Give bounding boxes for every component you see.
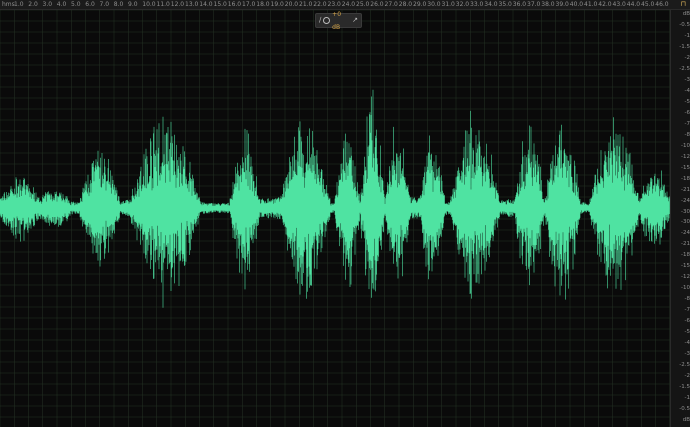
ruler-tick-label: 29.0 xyxy=(413,1,427,8)
ruler-tick-label: 31.0 xyxy=(441,1,455,8)
scale-label: -6 xyxy=(684,318,690,325)
ruler-tick-label: 17.0 xyxy=(242,1,256,8)
ruler-tick-label: 22.0 xyxy=(313,1,327,8)
playhead-icon[interactable]: ⊓ xyxy=(681,0,686,9)
ruler-tick-label: 37.0 xyxy=(527,1,541,8)
ruler-tick-label: 19.0 xyxy=(270,1,284,8)
heads-up-display[interactable]: ∕ +0 dB ↗ xyxy=(315,11,362,31)
ruler-tick-label: 6.0 xyxy=(85,1,95,8)
ruler-tick-label: 7.0 xyxy=(99,1,110,8)
ruler-tick-label: 9.0 xyxy=(128,1,138,8)
gain-value: +0 dB xyxy=(332,10,342,31)
wand-icon[interactable]: ↗ xyxy=(352,14,358,27)
scale-label: -8 xyxy=(684,131,690,138)
ruler-tick-label: 10.0 xyxy=(142,1,156,8)
waveform-display[interactable] xyxy=(0,10,670,427)
scale-label: -21 xyxy=(681,241,690,248)
ruler-tick-label: 20.0 xyxy=(284,1,299,8)
ruler-tick-label: 32.0 xyxy=(455,1,470,8)
scale-label: -15 xyxy=(681,263,690,270)
scale-label: -1 xyxy=(684,395,690,402)
ruler-corner: ⊓ xyxy=(670,0,690,10)
amplitude-scale[interactable]: dB -0.5 -1 -1.5 -2 -2.5 -3 -4 -5 -6 -7 -8 -10 -12 -15 -… xyxy=(670,10,690,427)
scale-label: -12 xyxy=(681,274,690,281)
ruler-tick-label: 12.0 xyxy=(170,1,185,8)
gain-knob[interactable] xyxy=(323,17,331,24)
scale-label: -2.5 xyxy=(679,65,690,72)
ruler-tick-label: 25.0 xyxy=(356,1,370,8)
ruler-tick-label: 30.0 xyxy=(427,1,441,8)
ruler-tick-label: 8.0 xyxy=(113,1,124,8)
ruler-tick-label: 43.0 xyxy=(612,1,626,8)
scale-label: -24 xyxy=(681,197,690,204)
ruler-tick-label: 2.0 xyxy=(28,1,38,8)
scale-label: -4 xyxy=(684,340,690,347)
ruler-tick-label: 36.0 xyxy=(512,1,527,8)
waveform-editor: hms 1.0 2.0 3.0 4.0 5.0 6.0 7.0 8.0 9.0 10.0 11.0 1… xyxy=(0,0,690,427)
ruler-tick-label: 28.0 xyxy=(398,1,413,8)
scale-label: -1.5 xyxy=(679,384,690,391)
ruler-tick-label: 35.0 xyxy=(498,1,512,8)
ruler-tick-label: 46.0 xyxy=(655,1,669,8)
scale-label: -4 xyxy=(684,87,690,94)
amplitude-icon[interactable]: ∕ xyxy=(319,14,321,27)
scale-label: -30 xyxy=(681,208,690,215)
waveform-path xyxy=(0,89,670,308)
scale-label: -7 xyxy=(684,120,690,127)
ruler-tick-label: 38.0 xyxy=(541,1,555,8)
scale-label: -6 xyxy=(684,109,690,116)
scale-label: -10 xyxy=(681,285,690,292)
ruler-tick-label: 40.0 xyxy=(569,1,584,8)
ruler-tick-label: 27.0 xyxy=(384,1,398,8)
ruler-tick-label: 3.0 xyxy=(42,1,53,8)
ruler-tick-label: 4.0 xyxy=(56,1,67,8)
scale-label: -7 xyxy=(684,307,690,314)
scale-label: dB xyxy=(682,11,690,17)
ruler-tick-label: 33.0 xyxy=(470,1,484,8)
scale-label: -1.5 xyxy=(679,43,690,50)
scale-label: -0.5 xyxy=(679,406,690,413)
scale-label: -12 xyxy=(681,153,690,160)
ruler-tick-label: 16.0 xyxy=(227,1,242,8)
ruler-tick-label: 45.0 xyxy=(641,1,655,8)
scale-label: -15 xyxy=(681,164,690,171)
ruler-tick-label: 5.0 xyxy=(71,1,81,8)
scale-label: -18 xyxy=(681,252,690,259)
ruler-unit-label: hms xyxy=(2,1,15,8)
ruler-tick-label: 1.0 xyxy=(14,1,24,8)
scale-label: dB xyxy=(682,417,690,423)
scale-label: -3 xyxy=(684,351,690,358)
ruler-tick-label: 26.0 xyxy=(370,1,384,8)
scale-label: -0.5 xyxy=(679,21,690,28)
scale-label: -18 xyxy=(681,175,690,182)
scale-label: -2 xyxy=(684,54,690,61)
ruler-tick-label: 21.0 xyxy=(299,1,313,8)
ruler-tick-label: 13.0 xyxy=(185,1,199,8)
scale-label: -1 xyxy=(684,32,690,39)
ruler-tick-label: 34.0 xyxy=(484,1,498,8)
ruler-tick-label: 44.0 xyxy=(626,1,641,8)
scale-label: -5 xyxy=(684,98,690,105)
scale-label: -30 xyxy=(681,219,690,226)
scale-label: -21 xyxy=(681,186,690,193)
scale-label: -24 xyxy=(681,230,690,237)
ruler-tick-label: 39.0 xyxy=(555,1,569,8)
ruler-tick-label: 11.0 xyxy=(156,1,170,8)
scale-label: -2.5 xyxy=(679,362,690,369)
ruler-tick-label: 42.0 xyxy=(598,1,612,8)
ruler-tick-label: 18.0 xyxy=(256,1,270,8)
scale-label: -8 xyxy=(684,296,690,303)
scale-label: -5 xyxy=(684,329,690,336)
scale-label: -3 xyxy=(684,76,690,83)
scale-label: -2 xyxy=(684,373,690,380)
ruler-tick-label: 14.0 xyxy=(199,1,213,8)
ruler-tick-label: 41.0 xyxy=(584,1,598,8)
scale-label: -10 xyxy=(681,142,690,149)
ruler-tick-label: 15.0 xyxy=(213,1,227,8)
